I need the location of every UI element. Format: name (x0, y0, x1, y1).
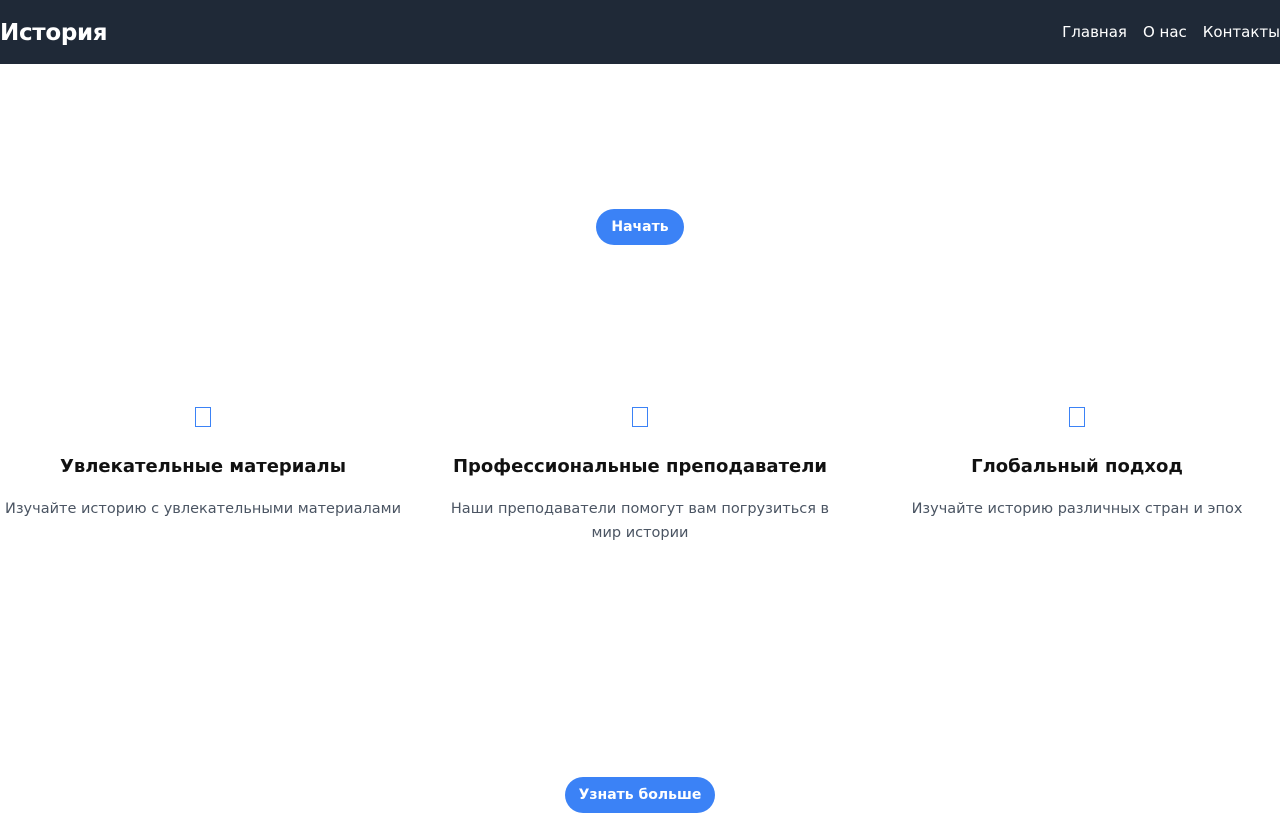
start-button[interactable]: Начать (596, 209, 684, 245)
feature-card-global: Глобальный подход Изучайте историю разли… (867, 404, 1280, 521)
nav-link-home[interactable]: Главная (1062, 0, 1127, 64)
site-header: История Главная О нас Контакты (0, 0, 1280, 64)
square-icon (195, 407, 211, 427)
nav-link-contacts[interactable]: Контакты (1203, 0, 1280, 64)
main-nav: Главная О нас Контакты (1062, 0, 1280, 64)
learn-more-button[interactable]: Узнать больше (565, 777, 715, 813)
feature-text: Изучайте историю с увлекательными матери… (5, 501, 401, 517)
square-icon (1069, 407, 1085, 427)
feature-card-teachers: Профессиональные преподаватели Наши преп… (430, 404, 850, 545)
site-logo[interactable]: История (0, 0, 108, 64)
feature-title: Глобальный подход (971, 456, 1183, 477)
nav-link-about[interactable]: О нас (1143, 0, 1187, 64)
feature-text: Наши преподаватели помогут вам погрузить… (450, 501, 830, 541)
square-icon (632, 407, 648, 427)
feature-card-materials: Увлекательные материалы Изучайте историю… (0, 404, 413, 521)
feature-title: Увлекательные материалы (59, 456, 347, 477)
feature-text: Изучайте историю различных стран и эпох (911, 501, 1243, 517)
feature-title: Профессиональные преподаватели (452, 456, 828, 477)
